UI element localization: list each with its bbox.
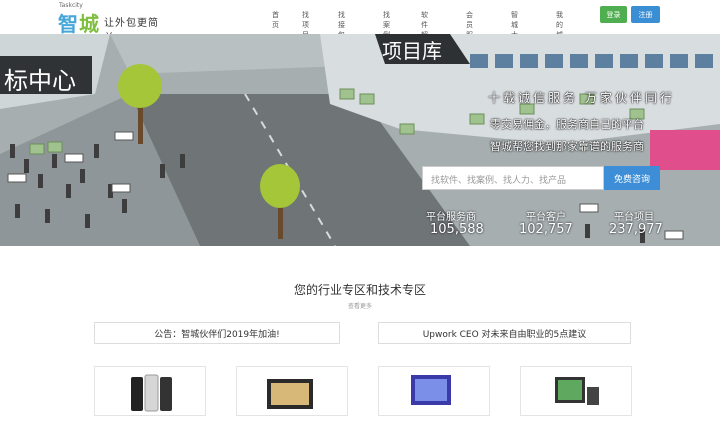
- hero-banner: 标中心 项目库 十载诚信服务 万家伙伴同行 零交易佣金，服务商自己的平台 智城帮…: [0, 34, 720, 246]
- notice-announcement[interactable]: 公告：智城伙伴们2019年加油!: [94, 322, 340, 344]
- hero-line-commission: 零交易佣金，服务商自己的平台: [490, 118, 644, 131]
- industry-card-website[interactable]: [236, 366, 348, 416]
- stat-value-projects: 237,977: [609, 222, 663, 237]
- free-consult-button[interactable]: 免费咨询: [604, 166, 660, 190]
- industry-card-system[interactable]: [520, 366, 632, 416]
- nav-item-home[interactable]: 首页: [272, 10, 279, 30]
- site-logo[interactable]: Taskcity 智城 让外包更简单: [58, 2, 168, 44]
- stat-value-customers: 102,757: [519, 222, 573, 237]
- sign-center-text: 项目库: [382, 39, 442, 63]
- stat-label-providers: 平台服务商: [426, 212, 476, 223]
- sign-left-text: 标中心: [4, 67, 76, 95]
- screens-image: [267, 379, 313, 409]
- stat-value-providers: 105,588: [430, 222, 484, 237]
- stat-label-projects: 平台项目: [614, 212, 654, 223]
- hero-line-find-provider: 智城帮您找到那家靠谱的服务商: [490, 140, 644, 153]
- stat-label-customers: 平台客户: [526, 212, 566, 223]
- phones-image: [131, 374, 172, 412]
- hero-search-input[interactable]: 找软件、找案例、找人力、找产品: [422, 166, 604, 190]
- notice-upwork-article[interactable]: Upwork CEO 对未来自由职业的5点建议: [378, 322, 631, 344]
- logo-chinese: 智城: [58, 12, 100, 36]
- hero-tagline: 十载诚信服务 万家伙伴同行: [488, 91, 675, 105]
- login-button[interactable]: 登录: [600, 6, 627, 23]
- view-more-link[interactable]: 查看更多: [0, 301, 720, 310]
- tablet-image: [411, 375, 451, 405]
- devices-image: [555, 377, 599, 405]
- industry-card-app[interactable]: [378, 366, 490, 416]
- industry-card-mobile[interactable]: [94, 366, 206, 416]
- top-header: Taskcity 智城 让外包更简单 首页 找项目 找接包方 找案例 软件超市 …: [0, 0, 720, 49]
- section-title: 您的行业专区和技术专区: [293, 283, 426, 297]
- register-button[interactable]: 注册: [631, 6, 660, 23]
